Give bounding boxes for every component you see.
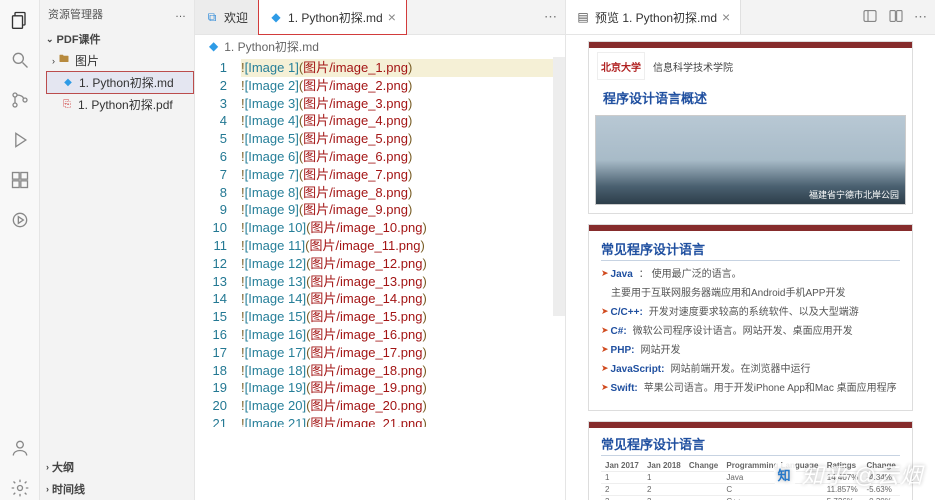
tree-item-folder[interactable]: ›🖿图片	[46, 50, 194, 71]
tab-overflow-icon[interactable]: ⋯	[544, 9, 557, 25]
debug-icon[interactable]	[8, 128, 32, 152]
slide3-title: 常见程序设计语言	[601, 434, 900, 456]
split-editor-icon[interactable]	[888, 8, 904, 27]
search-icon[interactable]	[8, 48, 32, 72]
markdown-icon: ◆	[209, 39, 218, 53]
tree-item-md[interactable]: ◆1. Python初探.md	[46, 71, 194, 94]
close-icon[interactable]: ×	[388, 9, 396, 25]
sidebar-more-icon[interactable]: …	[175, 8, 186, 20]
school-name: 信息科学技术学院	[653, 59, 733, 74]
settings-icon[interactable]	[8, 476, 32, 500]
markdown-preview[interactable]: 北京大学 信息科学技术学院 程序设计语言概述 福建省宁德市北岸公园 常见程序设计…	[566, 35, 935, 500]
breadcrumb[interactable]: ◆ 1. Python初探.md	[195, 35, 565, 57]
chevron-right-icon: ›	[46, 484, 49, 494]
chevron-down-icon: ⌄	[46, 34, 54, 45]
files-icon[interactable]	[8, 8, 32, 32]
tab-more-icon[interactable]: ⋯	[914, 9, 927, 25]
tree-item-pdf[interactable]: ⎘1. Python初探.pdf	[46, 94, 194, 115]
tab[interactable]: ▤预览 1. Python初探.md×	[566, 0, 741, 34]
section-pdf-courseware[interactable]: ⌄ PDF课件	[40, 28, 194, 50]
section-timeline[interactable]: ›时间线	[40, 478, 194, 500]
extensions-icon[interactable]	[8, 168, 32, 192]
slide1-hero-image: 福建省宁德市北岸公园	[595, 115, 906, 205]
tabs-row: ⧉欢迎◆1. Python初探.md× ⋯ ▤预览 1. Python初探.md×…	[195, 0, 935, 35]
tab[interactable]: ◆1. Python初探.md×	[258, 0, 407, 35]
tab[interactable]: ⧉欢迎	[195, 0, 259, 34]
pkg-icon[interactable]	[8, 208, 32, 232]
section-outline[interactable]: ›大纲	[40, 456, 194, 478]
close-icon[interactable]: ×	[722, 9, 730, 25]
university-logo: 北京大学	[597, 52, 645, 80]
watermark: 知 知乎 @云烟	[774, 458, 923, 490]
activity-bar	[0, 0, 40, 500]
minimap[interactable]	[553, 57, 565, 427]
zhihu-logo-icon: 知	[774, 463, 796, 485]
explorer-sidebar: 资源管理器 … ⌄ PDF课件 ›🖿图片◆1. Python初探.md⎘1. P…	[40, 0, 195, 500]
preview-slide-2: 常见程序设计语言 ➤Java： 使用最广泛的语言。主要用于互联网服务器端应用和A…	[588, 224, 913, 411]
editor[interactable]: 1234567891011121314151617181920212223242…	[195, 57, 565, 427]
sidebar-title: 资源管理器	[48, 6, 103, 22]
slide1-title: 程序设计语言概述	[589, 84, 912, 111]
layout-toggle-icon[interactable]	[862, 8, 878, 27]
scm-icon[interactable]	[8, 88, 32, 112]
account-icon[interactable]	[8, 436, 32, 460]
chevron-right-icon: ›	[46, 462, 49, 472]
preview-slide-1: 北京大学 信息科学技术学院 程序设计语言概述 福建省宁德市北岸公园	[588, 41, 913, 214]
slide2-title: 常见程序设计语言	[601, 239, 900, 261]
